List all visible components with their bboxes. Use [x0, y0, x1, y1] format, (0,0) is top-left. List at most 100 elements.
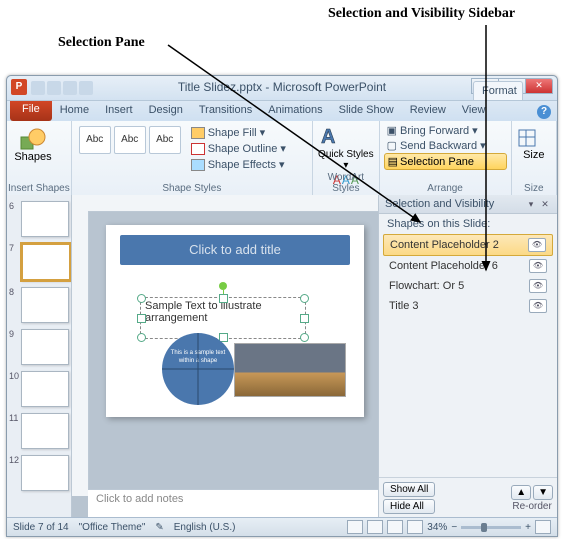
quick-styles-button[interactable]: Quick Styles ▾: [317, 149, 375, 171]
zoom-slider[interactable]: [461, 526, 521, 529]
wordart-icon: A: [317, 123, 347, 149]
size-icon: [516, 127, 538, 149]
visibility-toggle-icon[interactable]: 👁: [529, 299, 547, 313]
ribbon-group-size: Size Size: [512, 121, 557, 195]
resize-handle[interactable]: [300, 314, 309, 323]
shape-outline-button[interactable]: Shape Outline ▾: [188, 141, 289, 156]
sidebar-title: Selection and Visibility: [385, 198, 494, 210]
tab-home[interactable]: Home: [52, 101, 97, 121]
pencil-icon: [191, 143, 205, 155]
bring-forward-icon: ▣: [387, 124, 397, 137]
horizontal-ruler: [72, 195, 378, 212]
style-preset[interactable]: Abc: [79, 126, 111, 154]
sidebar-dropdown-icon[interactable]: ▾: [525, 199, 537, 209]
reorder-label: Re-order: [512, 501, 551, 512]
status-theme: "Office Theme": [79, 522, 146, 533]
resize-handle[interactable]: [300, 333, 309, 342]
style-preset[interactable]: Abc: [149, 126, 181, 154]
workspace: 6 7 8 9 10 11 12 Click to add title Sample Tex…: [7, 195, 557, 518]
label: Shape Effects: [208, 159, 276, 171]
shape-effects-button[interactable]: Shape Effects ▾: [188, 157, 289, 172]
sidebar-close-icon[interactable]: ✕: [539, 199, 551, 209]
sidebar-subtitle: Shapes on this Slide:: [379, 214, 557, 234]
reading-view-button[interactable]: [387, 520, 403, 534]
visibility-toggle-icon[interactable]: 👁: [528, 238, 546, 252]
label: Send Backward: [400, 140, 477, 152]
svg-text:A: A: [321, 126, 335, 148]
normal-view-button[interactable]: [347, 520, 363, 534]
show-all-button[interactable]: Show All: [383, 482, 435, 497]
label: Selection Pane: [400, 156, 474, 168]
tab-slideshow[interactable]: Slide Show: [331, 101, 402, 121]
bring-forward-button[interactable]: ▣Bring Forward ▾: [384, 123, 507, 138]
thumbnail-slide-9[interactable]: 9: [11, 329, 67, 365]
slideshow-view-button[interactable]: [407, 520, 423, 534]
vertical-ruler: [72, 211, 89, 496]
fit-button[interactable]: [535, 520, 551, 534]
tab-transitions[interactable]: Transitions: [191, 101, 260, 121]
spellcheck-icon[interactable]: ✎: [155, 522, 163, 533]
zoom-out-button[interactable]: −: [451, 522, 457, 533]
thumbnail-slide-7[interactable]: 7: [11, 243, 67, 281]
sample-text: Sample Text to illustrate arrangement: [145, 300, 262, 324]
resize-handle[interactable]: [137, 333, 146, 342]
shape-fill-button[interactable]: Shape Fill ▾: [188, 125, 289, 140]
help-icon[interactable]: ?: [537, 105, 551, 119]
rotation-handle[interactable]: [219, 282, 227, 290]
resize-handle[interactable]: [137, 314, 146, 323]
sidebar-header: Selection and Visibility ▾✕: [379, 195, 557, 214]
group-label: Arrange: [380, 183, 511, 194]
tab-file[interactable]: File: [10, 101, 52, 121]
status-bar: Slide 7 of 14 "Office Theme" ✎ English (…: [7, 517, 557, 536]
group-label: Insert Shapes: [7, 183, 71, 194]
tab-review[interactable]: Review: [402, 101, 454, 121]
annotation-sidebar: Selection and Visibility Sidebar: [328, 6, 515, 22]
ribbon-group-arrange: ▣Bring Forward ▾ ▢Send Backward ▾ ▤Selec…: [380, 121, 512, 195]
shape-list-item[interactable]: Flowchart: Or 5👁: [383, 276, 553, 296]
shape-list-item[interactable]: Content Placeholder 2👁: [383, 234, 553, 256]
thumbnail-slide-12[interactable]: 12: [11, 455, 67, 491]
resize-handle[interactable]: [300, 294, 309, 303]
thumbnail-slide-8[interactable]: 8: [11, 287, 67, 323]
visibility-toggle-icon[interactable]: 👁: [529, 279, 547, 293]
tab-design[interactable]: Design: [141, 101, 191, 121]
tab-animations[interactable]: Animations: [260, 101, 330, 121]
status-slide-number: Slide 7 of 14: [13, 522, 69, 533]
zoom-level[interactable]: 34%: [427, 522, 447, 533]
slide-thumbnails[interactable]: 6 7 8 9 10 11 12: [7, 195, 72, 518]
tab-insert[interactable]: Insert: [97, 101, 141, 121]
effects-icon: [191, 159, 205, 171]
send-backward-icon: ▢: [387, 139, 397, 152]
thumbnail-slide-6[interactable]: 6: [11, 201, 67, 237]
tab-format[interactable]: Format: [473, 81, 523, 100]
resize-handle[interactable]: [137, 294, 146, 303]
shapes-button[interactable]: Shapes: [11, 123, 55, 163]
application-window: P Title Slidez.pptx - Microsoft PowerPoi…: [6, 75, 558, 537]
close-button[interactable]: ✕: [525, 78, 553, 94]
image-placeholder[interactable]: [234, 343, 346, 397]
sorter-view-button[interactable]: [367, 520, 383, 534]
selection-pane-button[interactable]: ▤Selection Pane: [384, 153, 507, 170]
thumbnail-slide-10[interactable]: 10: [11, 371, 67, 407]
style-preset[interactable]: Abc: [114, 126, 146, 154]
status-language[interactable]: English (U.S.): [174, 522, 236, 533]
send-backward-button[interactable]: ▢Send Backward ▾: [384, 138, 507, 153]
resize-handle[interactable]: [219, 294, 228, 303]
hide-all-button[interactable]: Hide All: [383, 499, 435, 514]
notes-pane[interactable]: Click to add notes: [88, 489, 378, 518]
size-button[interactable]: Size: [516, 149, 552, 161]
thumbnail-slide-11[interactable]: 11: [11, 413, 67, 449]
visibility-toggle-icon[interactable]: 👁: [529, 259, 547, 273]
title-placeholder[interactable]: Click to add title: [120, 235, 350, 265]
shape-list-item[interactable]: Title 3👁: [383, 296, 553, 316]
move-down-button[interactable]: ▼: [533, 485, 553, 500]
shapes-icon: [19, 127, 47, 151]
label: Shape Outline: [208, 143, 278, 155]
shape-list-item[interactable]: Content Placeholder 6👁: [383, 256, 553, 276]
flowchart-or-shape[interactable]: This is a sample text within a shape: [162, 333, 234, 405]
zoom-in-button[interactable]: +: [525, 522, 531, 533]
selection-pane-icon: ▤: [388, 155, 398, 168]
label: Bring Forward: [400, 125, 469, 137]
slide[interactable]: Click to add title Sample Text to illust…: [106, 225, 364, 417]
move-up-button[interactable]: ▲: [511, 485, 531, 500]
